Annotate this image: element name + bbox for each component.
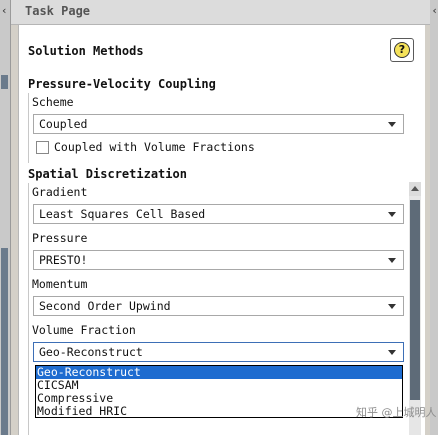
pressure-value: PRESTO! (39, 253, 88, 267)
panel-scrollbar[interactable] (409, 182, 421, 435)
gradient-label: Gradient (32, 185, 88, 199)
help-button[interactable]: ? (390, 38, 414, 62)
scheme-label: Scheme (32, 95, 74, 109)
volume-fraction-select[interactable]: Geo-Reconstruct (33, 342, 404, 362)
chevron-down-icon (388, 122, 396, 127)
gradient-select[interactable]: Least Squares Cell Based (33, 204, 404, 224)
scheme-value: Coupled (39, 117, 88, 131)
watermark: 知乎 @上城明人 (356, 406, 437, 419)
right-panel-edge: ‹ (430, 0, 438, 435)
chevron-down-icon (388, 212, 396, 217)
volume-fraction-dropdown-list[interactable]: Geo-Reconstruct CICSAM Compressive Modif… (35, 365, 403, 418)
chevron-down-icon (388, 350, 396, 355)
pressure-velocity-section-title: Pressure-Velocity Coupling (28, 77, 216, 91)
dropdown-option-modified-hric[interactable]: Modified HRIC (36, 405, 402, 418)
chevron-down-icon (388, 304, 396, 309)
pressure-select[interactable]: PRESTO! (33, 250, 404, 270)
volume-fraction-value: Geo-Reconstruct (39, 345, 143, 359)
scheme-select[interactable]: Coupled (33, 114, 404, 134)
gradient-value: Least Squares Cell Based (39, 207, 206, 221)
spatial-discretization-section-title: Spatial Discretization (28, 167, 187, 181)
left-panel-marker (1, 75, 8, 89)
pressure-velocity-group-border (28, 93, 29, 163)
chevron-down-icon (388, 258, 396, 263)
task-page-titlebar: Task Page (11, 0, 430, 25)
scroll-up-icon[interactable] (409, 182, 421, 196)
spatial-group-border (28, 183, 29, 435)
pressure-label: Pressure (32, 231, 88, 245)
help-icon: ? (394, 42, 410, 58)
scrollbar-thumb[interactable] (410, 200, 420, 400)
momentum-select[interactable]: Second Order Upwind (33, 296, 404, 316)
page-title: Solution Methods (28, 44, 144, 58)
collapse-right-icon[interactable]: ‹ (431, 4, 438, 17)
left-panel-scroll (1, 248, 8, 435)
task-page-title: Task Page (25, 4, 91, 18)
momentum-value: Second Order Upwind (39, 299, 171, 313)
volume-fractions-checkbox-label: Coupled with Volume Fractions (54, 140, 255, 154)
dropdown-option-geo-reconstruct[interactable]: Geo-Reconstruct (36, 366, 402, 379)
left-panel-edge: ‹ (0, 0, 11, 435)
volume-fraction-label: Volume Fraction (32, 323, 136, 337)
momentum-label: Momentum (32, 277, 88, 291)
volume-fractions-checkbox[interactable] (36, 141, 49, 154)
collapse-left-icon[interactable]: ‹ (1, 4, 8, 17)
